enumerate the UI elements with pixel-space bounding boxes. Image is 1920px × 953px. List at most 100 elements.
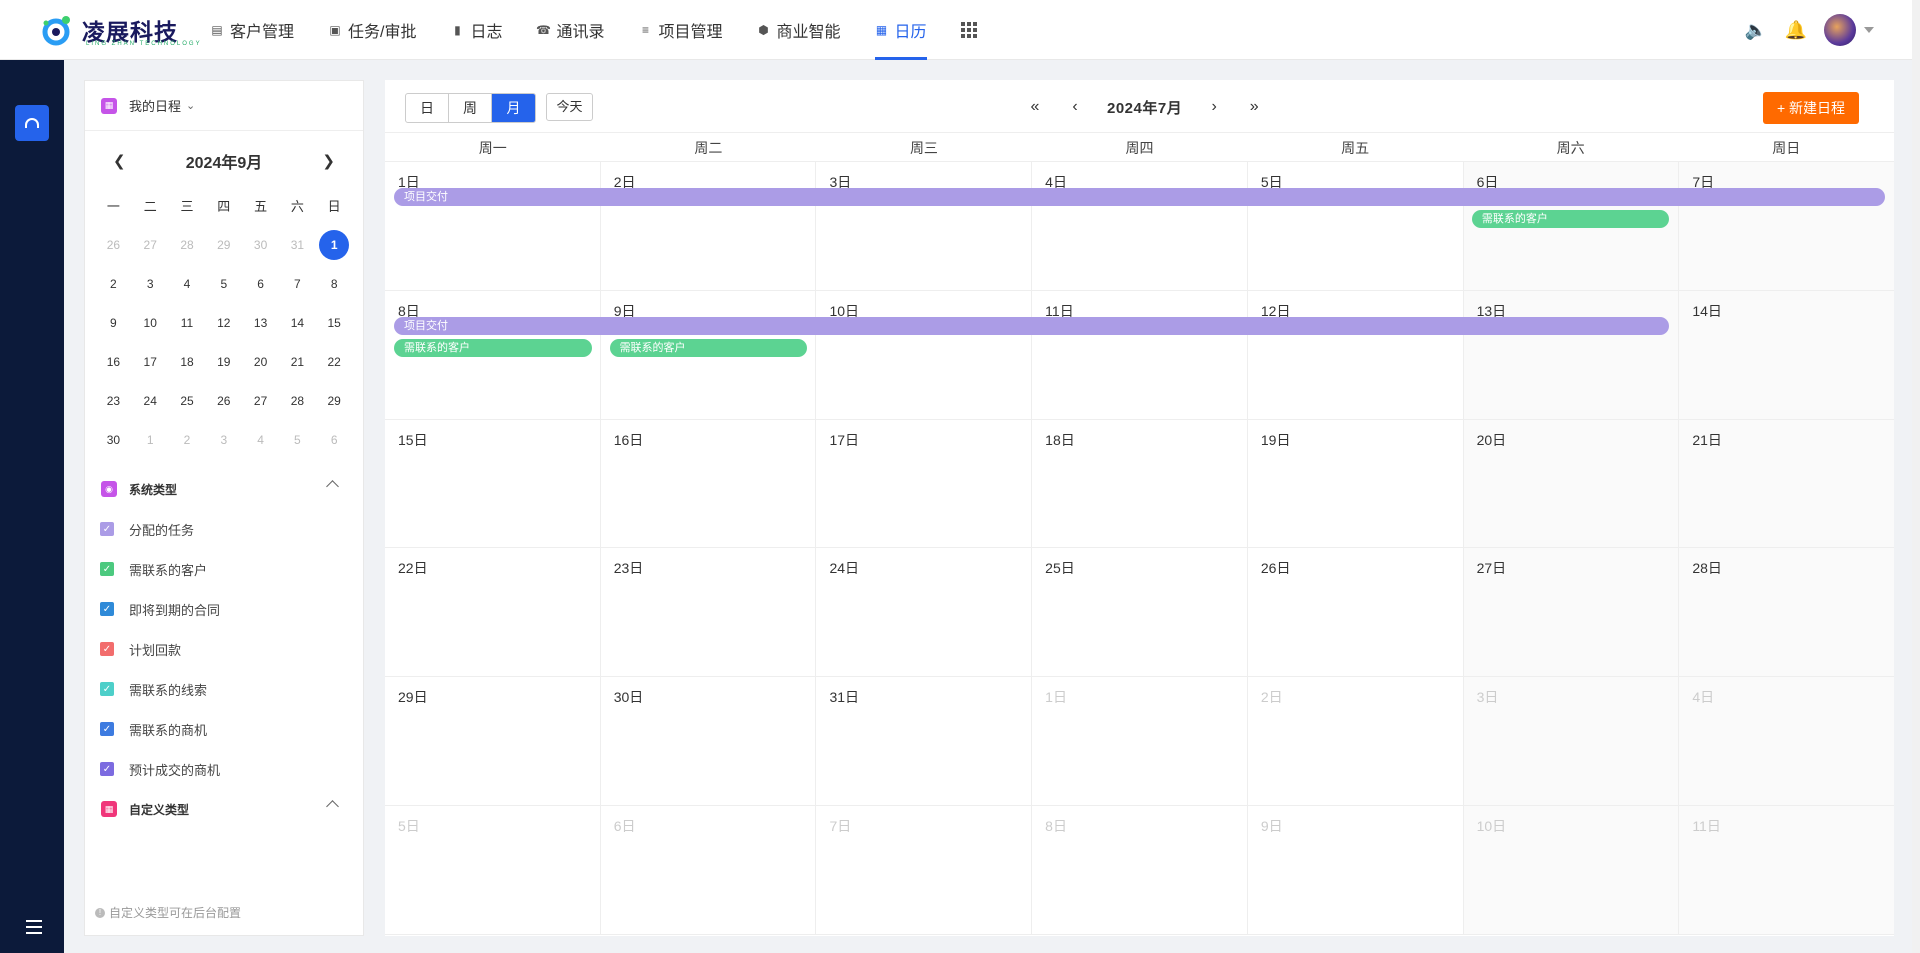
system-type-item[interactable]: ✓ 计划回款 <box>85 629 363 669</box>
day-cell[interactable]: 4日 <box>1032 162 1248 290</box>
mini-day[interactable]: 10 <box>132 316 169 330</box>
mini-day[interactable]: 19 <box>205 355 242 369</box>
mini-day[interactable]: 29 <box>316 394 353 408</box>
view-day-button[interactable]: 日 <box>406 94 449 122</box>
view-week-button[interactable]: 周 <box>449 94 492 122</box>
mini-day[interactable]: 1 <box>132 433 169 447</box>
prev-month-icon[interactable]: ‹ <box>1065 98 1085 116</box>
day-cell[interactable]: 14日 <box>1679 290 1895 419</box>
day-cell[interactable]: 17日 <box>816 419 1033 548</box>
mini-day[interactable]: 11 <box>169 316 206 330</box>
day-cell[interactable]: 25日 <box>1032 548 1248 677</box>
day-cell[interactable]: 21日 <box>1679 419 1895 548</box>
prev-month-icon[interactable]: ❮ <box>113 152 126 170</box>
my-schedule-dropdown[interactable]: ▦ 我的日程 ⌄ <box>85 81 363 131</box>
mini-day[interactable]: 25 <box>169 394 206 408</box>
mini-day[interactable]: 30 <box>95 433 132 447</box>
day-cell[interactable]: 5日 <box>1248 162 1464 290</box>
mini-day[interactable]: 4 <box>169 277 206 291</box>
mini-day[interactable]: 27 <box>132 238 169 252</box>
mini-day[interactable]: 3 <box>132 277 169 291</box>
event-bar[interactable]: 项目交付 <box>394 316 1670 335</box>
mini-day[interactable]: 20 <box>242 355 279 369</box>
checkbox-checked-icon[interactable]: ✓ <box>100 762 114 776</box>
collapse-menu-icon[interactable] <box>20 919 42 935</box>
checkbox-checked-icon[interactable]: ✓ <box>100 642 114 656</box>
day-cell[interactable]: 2日 <box>601 162 817 290</box>
system-type-item[interactable]: ✓ 需联系的商机 <box>85 709 363 749</box>
event-bar[interactable]: 项目交付 <box>394 188 1885 206</box>
mini-day[interactable]: 14 <box>279 316 316 330</box>
system-type-item[interactable]: ✓ 即将到期的合同 <box>85 589 363 629</box>
checkbox-checked-icon[interactable]: ✓ <box>100 682 114 696</box>
brand-logo[interactable]: 凌展科技 LING ZHAN TECHNOLOGY <box>36 10 200 50</box>
day-cell[interactable]: 5日 <box>385 805 601 934</box>
day-cell[interactable]: 10日 <box>816 290 1033 419</box>
day-cell[interactable]: 3日 <box>1463 677 1680 805</box>
day-cell[interactable]: 7日 <box>816 805 1033 934</box>
event-bar[interactable]: 需联系的客户 <box>394 338 592 357</box>
system-type-item[interactable]: ✓ 分配的任务 <box>85 509 363 549</box>
custom-type-header[interactable]: ▦ 自定义类型 <box>85 789 363 829</box>
next-month-icon[interactable]: ❯ <box>322 152 335 170</box>
day-cell[interactable]: 27日 <box>1463 548 1680 677</box>
day-cell[interactable]: 22日 <box>385 548 601 677</box>
nav-item-6[interactable]: ▦ 日历 <box>874 0 927 60</box>
mini-day[interactable]: 30 <box>242 238 279 252</box>
day-cell[interactable]: 20日 <box>1463 419 1680 548</box>
mini-day[interactable]: 21 <box>279 355 316 369</box>
day-cell[interactable]: 26日 <box>1248 548 1464 677</box>
day-cell[interactable]: 18日 <box>1032 419 1248 548</box>
page-scrollbar[interactable] <box>1912 0 1920 953</box>
mini-day[interactable]: 3 <box>205 433 242 447</box>
mini-day[interactable]: 6 <box>316 433 353 447</box>
day-cell[interactable]: 11日 <box>1032 290 1248 419</box>
mini-day[interactable]: 23 <box>95 394 132 408</box>
system-type-header[interactable]: ◉ 系统类型 <box>85 469 363 509</box>
checkbox-checked-icon[interactable]: ✓ <box>100 562 114 576</box>
mini-day[interactable]: 5 <box>279 433 316 447</box>
next-year-icon[interactable]: » <box>1244 98 1264 116</box>
day-cell[interactable]: 3日 <box>816 162 1033 290</box>
nav-item-1[interactable]: ▣ 任务/审批 <box>328 0 416 60</box>
mini-day[interactable]: 24 <box>132 394 169 408</box>
mini-day[interactable]: 17 <box>132 355 169 369</box>
today-button[interactable]: 今天 <box>546 93 593 121</box>
nav-item-4[interactable]: ≡ 项目管理 <box>639 0 723 60</box>
chevron-down-icon[interactable] <box>1864 27 1874 33</box>
mini-day[interactable]: 8 <box>316 277 353 291</box>
view-month-button[interactable]: 月 <box>492 94 535 122</box>
day-cell[interactable]: 19日 <box>1248 419 1464 548</box>
new-schedule-button[interactable]: + 新建日程 <box>1763 92 1859 124</box>
speaker-icon[interactable]: 🔈 <box>1745 20 1767 40</box>
mini-day[interactable]: 31 <box>279 238 316 252</box>
dashboard-button[interactable] <box>15 105 49 141</box>
day-cell[interactable]: 7日 <box>1679 162 1895 290</box>
chevron-up-icon[interactable] <box>326 480 339 493</box>
next-month-icon[interactable]: › <box>1204 98 1224 116</box>
chevron-up-icon[interactable] <box>326 800 339 813</box>
day-cell[interactable]: 12日 <box>1248 290 1464 419</box>
nav-item-3[interactable]: ☎ 通讯录 <box>536 0 604 60</box>
day-cell[interactable]: 1日 <box>1032 677 1248 805</box>
day-cell[interactable]: 9日 <box>1248 805 1464 934</box>
event-bar[interactable]: 需联系的客户 <box>609 338 808 357</box>
nav-item-2[interactable]: ▮ 日志 <box>450 0 502 60</box>
mini-day[interactable]: 4 <box>242 433 279 447</box>
day-cell[interactable]: 16日 <box>601 419 817 548</box>
day-cell[interactable]: 24日 <box>816 548 1033 677</box>
mini-day[interactable]: 7 <box>279 277 316 291</box>
mini-day[interactable]: 16 <box>95 355 132 369</box>
nav-item-0[interactable]: ▤ 客户管理 <box>210 0 294 60</box>
day-cell[interactable]: 8日 <box>1032 805 1248 934</box>
mini-day[interactable]: 9 <box>95 316 132 330</box>
day-cell[interactable]: 4日 <box>1679 677 1895 805</box>
mini-day[interactable]: 1 <box>316 229 353 260</box>
mini-day[interactable]: 29 <box>205 238 242 252</box>
day-cell[interactable]: 6日 <box>601 805 817 934</box>
day-cell[interactable]: 29日 <box>385 677 601 805</box>
mini-day[interactable]: 27 <box>242 394 279 408</box>
day-cell[interactable]: 11日 <box>1679 805 1895 934</box>
mini-day[interactable]: 15 <box>316 316 353 330</box>
day-cell[interactable]: 13日 <box>1463 290 1680 419</box>
